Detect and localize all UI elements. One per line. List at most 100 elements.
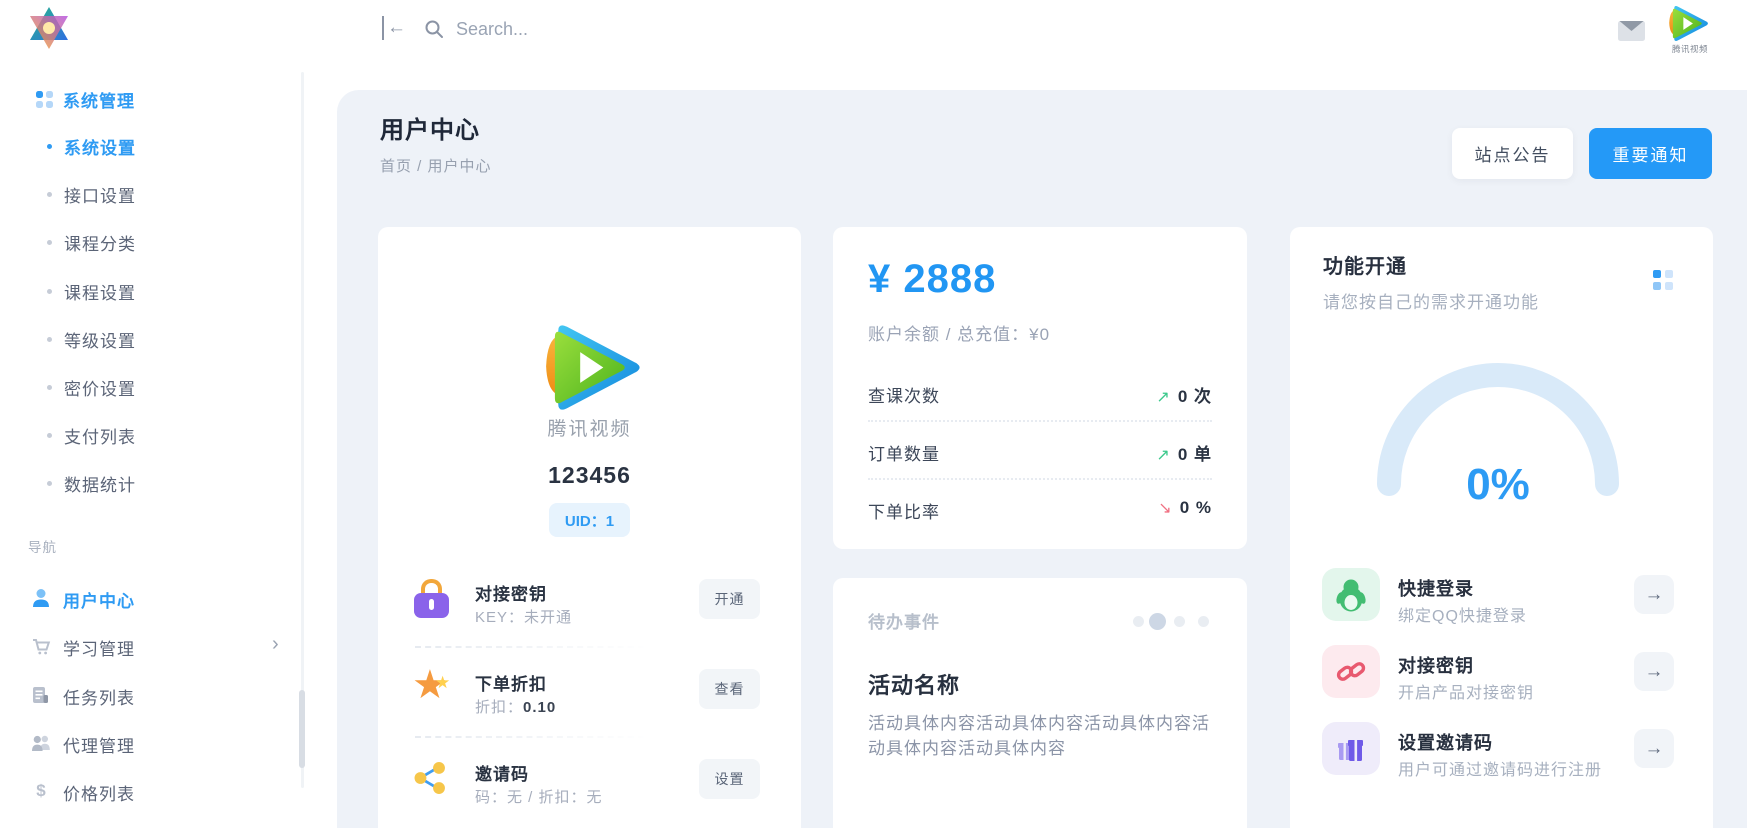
profile-card: 腾讯视频 123456 UID：1 对接密钥 KEY：未开通 开通 ★★ 下单折…	[378, 227, 801, 828]
link-icon	[1322, 645, 1380, 698]
trend-up-icon: ↗	[1156, 447, 1170, 464]
row-subtitle: 码：无 / 折扣：无	[475, 786, 603, 807]
divider	[415, 646, 715, 648]
grid-icon[interactable]	[1653, 270, 1673, 290]
sidebar-scrollbar-thumb[interactable]	[299, 690, 305, 768]
feature-subtitle: 用户可通过邀请码进行注册	[1398, 756, 1602, 780]
features-title: 功能开通	[1323, 250, 1407, 279]
sidebar: 系统管理 系统设置 接口设置 课程分类 课程设置 等级设置 密价设置 支付列表 …	[0, 0, 337, 828]
sidebar-group-label: 系统管理	[63, 87, 135, 112]
breadcrumb[interactable]: 首页 / 用户中心	[380, 155, 492, 176]
sidebar-item-course-settings[interactable]: 课程设置	[0, 277, 300, 305]
row-title: 下单折扣	[475, 670, 547, 695]
balance-caption: 账户余额 / 总充值：¥0	[868, 320, 1050, 345]
divider	[415, 736, 715, 738]
stat-label: 订单数量	[868, 440, 940, 465]
sidebar-item-course-category[interactable]: 课程分类	[0, 228, 300, 256]
balance-amount: ¥ 2888	[868, 257, 996, 302]
sidebar-scrollbar-track	[301, 72, 304, 788]
share-icon	[412, 760, 454, 806]
setup-button[interactable]: 设置	[699, 759, 760, 799]
stat-value: ↗0 次	[1156, 382, 1212, 407]
sidebar-item-secret-price-settings[interactable]: 密价设置	[0, 373, 300, 401]
balance-card: ¥ 2888 账户余额 / 总充值：¥0 查课次数 ↗0 次 订单数量 ↗0 单…	[833, 227, 1247, 549]
gauge-value: 0%	[1398, 460, 1598, 510]
site-announcement-button[interactable]: 站点公告	[1452, 128, 1573, 179]
bullet-icon	[47, 144, 52, 149]
row-title: 对接密钥	[475, 580, 547, 605]
brand-caption: 腾讯视频	[1664, 43, 1716, 55]
divider	[868, 478, 1212, 480]
tencent-video-logo	[534, 318, 644, 422]
trend-up-icon: ↗	[1156, 389, 1170, 406]
collapse-back-icon[interactable]: ←	[382, 16, 406, 40]
todo-card: 待办事件 活动名称 活动具体内容活动具体内容活动具体内容活动具体内容活动具体内容	[833, 578, 1247, 828]
cart-icon	[30, 635, 52, 657]
feature-title: 快捷登录	[1398, 575, 1474, 601]
qq-penguin-icon	[1322, 568, 1380, 621]
view-button[interactable]: 查看	[699, 669, 760, 709]
carousel-dot[interactable]	[1198, 616, 1209, 627]
stat-value: ↗0 单	[1156, 440, 1212, 465]
star-icon: ★★	[412, 668, 454, 714]
activate-button[interactable]: 开通	[699, 579, 760, 619]
feature-title: 对接密钥	[1398, 652, 1474, 678]
sidebar-item-level-settings[interactable]: 等级设置	[0, 325, 300, 353]
carousel-dot-active[interactable]	[1149, 613, 1166, 630]
sidebar-item-payment-list[interactable]: 支付列表	[0, 421, 300, 449]
brand-avatar[interactable]: 腾讯视频	[1664, 3, 1716, 49]
chevron-right-icon: ›	[272, 633, 279, 656]
sidebar-item-study-management[interactable]: 学习管理 ›	[0, 631, 300, 661]
search-icon[interactable]	[424, 19, 444, 44]
lock-icon	[412, 578, 454, 624]
important-notice-button[interactable]: 重要通知	[1589, 128, 1712, 179]
sidebar-item-api-settings[interactable]: 接口设置	[0, 180, 300, 208]
carousel-dot[interactable]	[1133, 616, 1144, 627]
quick-login-arrow-button[interactable]: →	[1634, 575, 1674, 614]
sidebar-item-data-statistics[interactable]: 数据统计	[0, 469, 300, 497]
bullet-icon	[47, 433, 52, 438]
sidebar-item-price-list[interactable]: $ 价格列表	[0, 776, 300, 806]
sidebar-item-agent-management[interactable]: 代理管理	[0, 728, 300, 758]
uid-badge: UID：1	[549, 503, 630, 537]
sidebar-item-task-list[interactable]: 任务列表	[0, 680, 300, 710]
bullet-icon	[47, 481, 52, 486]
event-title: 活动名称	[868, 668, 960, 700]
sidebar-item-user-center[interactable]: 用户中心	[0, 583, 300, 613]
grid-icon	[36, 91, 53, 108]
task-list-icon	[30, 684, 52, 706]
row-subtitle: KEY：未开通	[475, 606, 572, 627]
api-key-arrow-button[interactable]: →	[1634, 652, 1674, 691]
app-window: 系统管理 系统设置 接口设置 课程分类 课程设置 等级设置 密价设置 支付列表 …	[0, 0, 1747, 828]
feature-subtitle: 绑定QQ快捷登录	[1398, 602, 1527, 626]
bullet-icon	[47, 240, 52, 245]
row-subtitle: 折扣：0.10	[475, 696, 556, 717]
search-input[interactable]	[456, 13, 876, 45]
feature-title: 设置邀请码	[1398, 729, 1493, 755]
event-body: 活动具体内容活动具体内容活动具体内容活动具体内容活动具体内容	[868, 712, 1220, 761]
divider	[868, 420, 1212, 422]
username: 123456	[378, 462, 801, 489]
stat-label: 下单比率	[868, 498, 940, 523]
stat-label: 查课次数	[868, 382, 940, 407]
feature-subtitle: 开启产品对接密钥	[1398, 679, 1534, 703]
mail-icon[interactable]	[1618, 21, 1645, 46]
features-subtitle: 请您按自己的需求开通功能	[1323, 288, 1539, 313]
stat-value: ↘0 %	[1158, 498, 1212, 518]
dollar-icon: $	[30, 780, 52, 802]
sidebar-item-system-settings[interactable]: 系统设置	[0, 132, 300, 160]
features-card: 功能开通 请您按自己的需求开通功能 0% 快捷登录 绑定QQ快捷登录 →	[1290, 227, 1713, 828]
app-logo-icon[interactable]	[26, 6, 72, 50]
invite-code-arrow-button[interactable]: →	[1634, 729, 1674, 768]
sidebar-group-system-management[interactable]: 系统管理	[36, 88, 135, 110]
todo-card-title: 待办事件	[868, 608, 940, 633]
bullet-icon	[47, 289, 52, 294]
bullet-icon	[47, 337, 52, 342]
row-title: 邀请码	[475, 760, 529, 785]
brand-caption: 腾讯视频	[378, 414, 801, 441]
sidebar-section-label: 导航	[28, 536, 57, 556]
user-icon	[30, 587, 52, 609]
agents-icon	[30, 732, 52, 754]
page-title: 用户中心	[380, 110, 480, 145]
carousel-dot[interactable]	[1174, 616, 1185, 627]
